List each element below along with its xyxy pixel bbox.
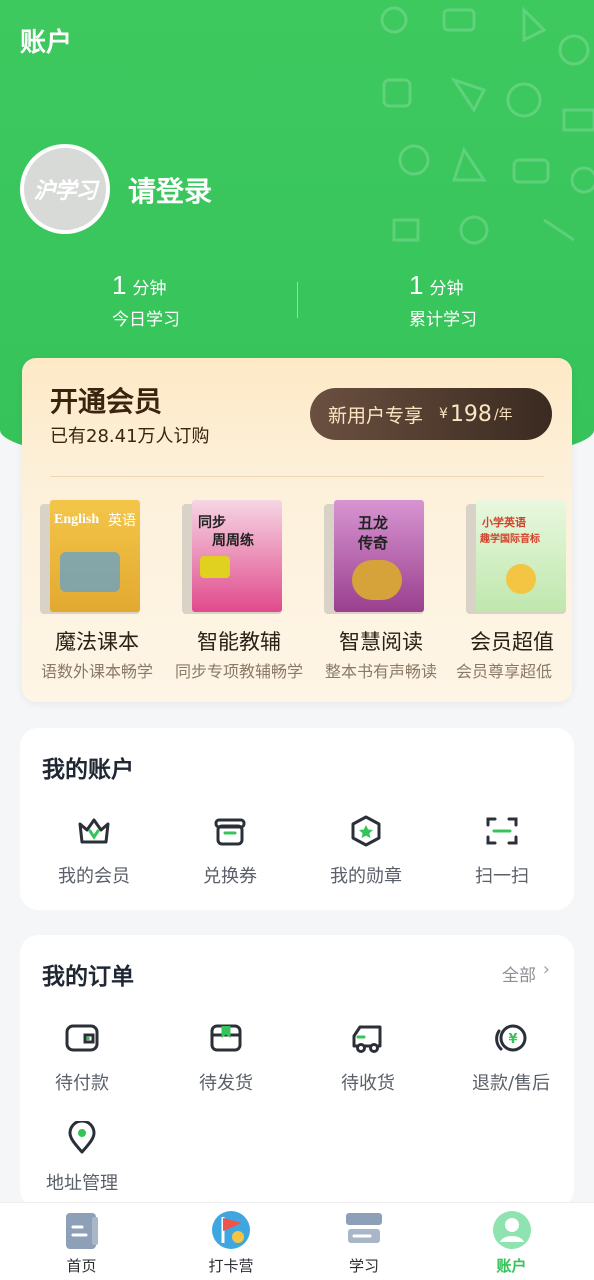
tab-checkin-camp[interactable]: 打卡营 bbox=[163, 1203, 299, 1280]
coupon-button[interactable]: 兑换券 bbox=[162, 814, 298, 894]
feature-subtitle: 同步专项教辅畅学 bbox=[174, 662, 303, 681]
item-label: 兑换券 bbox=[203, 866, 257, 887]
my-medals-button[interactable]: 我的勋章 bbox=[298, 814, 434, 894]
feature-title: 智能教辅 bbox=[197, 630, 281, 654]
login-prompt[interactable]: 请登录 bbox=[128, 170, 212, 210]
coupon-icon bbox=[214, 818, 246, 846]
section-title: 我的订单 bbox=[42, 964, 134, 990]
feature-subtitle: 会员尊享超低 bbox=[456, 662, 553, 681]
address-management-button[interactable]: 地址管理 bbox=[14, 1121, 150, 1201]
account-avatar-icon bbox=[492, 1211, 531, 1249]
avatar[interactable]: 沪学习 bbox=[20, 144, 110, 234]
price-value: 198 bbox=[449, 401, 492, 427]
tab-account[interactable]: 账户 bbox=[429, 1203, 594, 1280]
price-period: /年 bbox=[493, 407, 513, 423]
vip-membership-card[interactable]: 开通会员 已有28.41万人订购 新用户专享 ¥ 198 /年 English … bbox=[22, 358, 572, 702]
flag-checkin-icon bbox=[212, 1211, 250, 1249]
tab-study[interactable]: 学习 bbox=[299, 1203, 429, 1280]
pending-payment-button[interactable]: 待付款 bbox=[14, 1021, 150, 1101]
item-label: 地址管理 bbox=[46, 1173, 118, 1194]
item-label: 待收货 bbox=[341, 1073, 395, 1094]
item-label: 我的会员 bbox=[58, 866, 130, 887]
book-cover-image: English 英语 bbox=[40, 498, 150, 614]
bottom-tab-bar: 首页 打卡营 学习 账户 bbox=[0, 1202, 594, 1280]
vip-title: 开通会员 bbox=[50, 385, 163, 418]
tab-label: 账户 bbox=[496, 1257, 527, 1275]
tab-label: 打卡营 bbox=[208, 1257, 254, 1275]
book-cover-image: 小学英语 趣学国际音标 bbox=[466, 498, 572, 614]
item-label: 待付款 bbox=[55, 1073, 109, 1094]
feature-title: 会员超值 bbox=[470, 630, 554, 654]
chevron-right-icon[interactable]: › bbox=[543, 959, 550, 980]
item-label: 扫一扫 bbox=[475, 866, 529, 887]
item-label: 我的勋章 bbox=[330, 866, 402, 887]
page-title: 账户 bbox=[20, 28, 73, 58]
stat-unit: 分钟 bbox=[429, 279, 464, 299]
decorative-doodle-pattern bbox=[380, 6, 594, 245]
stat-today[interactable]: 1 分钟 今日学习 bbox=[0, 270, 297, 340]
divider bbox=[50, 476, 544, 477]
item-label: 退款/售后 bbox=[471, 1073, 551, 1094]
tab-home[interactable]: 首页 bbox=[0, 1203, 163, 1280]
feature-magic-textbook[interactable]: English 英语 魔法课本 语数外课本畅学 bbox=[22, 498, 172, 688]
scan-button[interactable]: 扫一扫 bbox=[434, 814, 570, 894]
book-cover-image: 丑龙 传奇 bbox=[324, 498, 434, 614]
refund-aftersales-button[interactable]: ¥ 退款/售后 bbox=[443, 1021, 579, 1101]
my-membership-button[interactable]: 我的会员 bbox=[26, 814, 162, 894]
svg-text:¥: ¥ bbox=[508, 1032, 517, 1047]
pending-shipment-button[interactable]: 待发货 bbox=[158, 1021, 294, 1101]
avatar-text: 沪学习 bbox=[33, 179, 97, 204]
stats-divider bbox=[297, 282, 298, 318]
stat-label: 累计学习 bbox=[409, 310, 477, 330]
price-currency: ¥ bbox=[439, 406, 448, 422]
my-account-card: 我的账户 我的会员 兑换券 我的勋章 扫一扫 bbox=[20, 728, 574, 910]
feature-title: 智慧阅读 bbox=[339, 630, 423, 654]
medal-icon bbox=[351, 815, 381, 847]
feature-title: 魔法课本 bbox=[55, 630, 139, 654]
study-stats: 1 分钟 今日学习 1 分钟 累计学习 bbox=[0, 270, 594, 340]
stat-total[interactable]: 1 分钟 累计学习 bbox=[297, 270, 594, 340]
home-book-icon bbox=[65, 1213, 98, 1249]
my-orders-card: 我的订单 全部 › 待付款 待发货 待收货 ¥ 退款/售后 地址管理 bbox=[20, 935, 574, 1207]
scan-icon bbox=[486, 817, 518, 845]
view-all-orders-link[interactable]: 全部 bbox=[502, 961, 536, 986]
package-icon bbox=[210, 1024, 242, 1052]
section-title: 我的账户 bbox=[42, 757, 134, 783]
stat-value: 1 bbox=[112, 270, 127, 300]
feature-subtitle: 语数外课本畅学 bbox=[40, 662, 153, 681]
location-pin-icon bbox=[68, 1121, 96, 1154]
study-books-icon bbox=[346, 1213, 382, 1243]
pending-receipt-button[interactable]: 待收货 bbox=[300, 1021, 436, 1101]
stat-value: 1 bbox=[409, 270, 424, 300]
new-user-offer-button[interactable]: 新用户专享 ¥ 198 /年 bbox=[310, 388, 552, 440]
crown-icon bbox=[78, 818, 110, 844]
feature-member-deals[interactable]: 小学英语 趣学国际音标 会员超值 会员尊享超低 bbox=[448, 498, 572, 688]
stat-unit: 分钟 bbox=[132, 279, 167, 299]
offer-label: 新用户专享 bbox=[328, 404, 424, 427]
book-cover-image: 同步 周周练 bbox=[182, 498, 292, 614]
feature-subtitle: 整本书有声畅读 bbox=[324, 662, 437, 681]
feature-smart-reading[interactable]: 丑龙 传奇 智慧阅读 整本书有声畅读 bbox=[306, 498, 456, 688]
wallet-icon bbox=[65, 1024, 99, 1052]
tab-label: 学习 bbox=[348, 1257, 379, 1275]
refund-icon: ¥ bbox=[495, 1024, 527, 1052]
stat-label: 今日学习 bbox=[112, 310, 180, 330]
truck-icon bbox=[352, 1025, 382, 1053]
tab-label: 首页 bbox=[66, 1257, 97, 1275]
vip-subscriber-count: 已有28.41万人订购 bbox=[50, 426, 210, 447]
feature-smart-tutor[interactable]: 同步 周周练 智能教辅 同步专项教辅畅学 bbox=[164, 498, 314, 688]
item-label: 待发货 bbox=[199, 1073, 253, 1094]
